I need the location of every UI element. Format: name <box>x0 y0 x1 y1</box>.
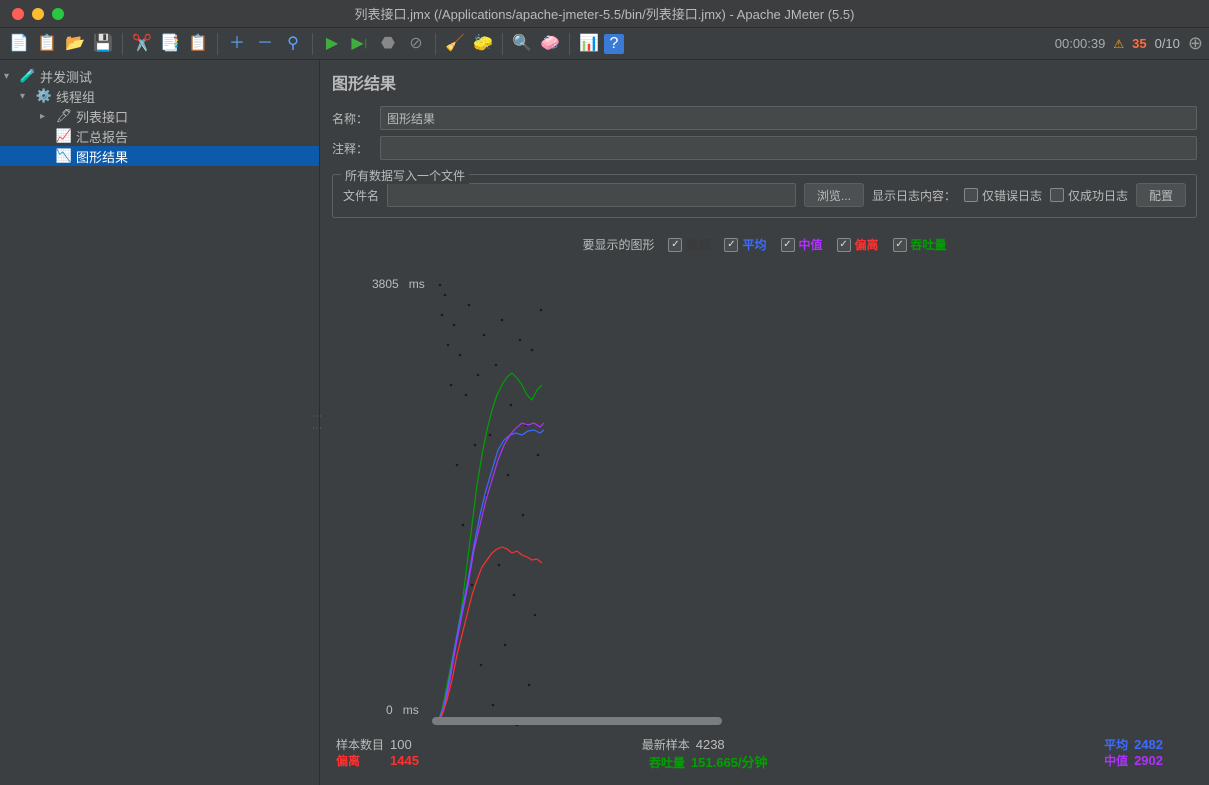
name-label: 名称： <box>332 110 372 127</box>
traffic-lights <box>0 8 64 20</box>
write-results-fieldset: 所有数据写入一个文件 文件名 浏览... 显示日志内容： 仅错误日志 仅成功日志… <box>332 174 1197 218</box>
flask-icon: 🧪 <box>20 68 36 84</box>
latest-label: 最新样本 <box>642 736 690 753</box>
report-icon: 📈 <box>56 128 72 144</box>
function-helper-icon[interactable]: 📊 <box>576 31 602 57</box>
comment-label: 注释： <box>332 140 372 157</box>
only-success-checkbox[interactable]: 仅成功日志 <box>1050 187 1128 204</box>
open-file-icon[interactable]: 📂 <box>62 31 88 57</box>
elapsed-timer: 00:00:39 <box>1055 36 1106 51</box>
tree-test-plan[interactable]: ▾ 🧪 并发测试 <box>0 66 319 86</box>
minimize-window-button[interactable] <box>32 8 44 20</box>
only-errors-checkbox[interactable]: 仅错误日志 <box>964 187 1042 204</box>
tree-summary-report[interactable]: 📈 汇总报告 <box>0 126 319 146</box>
save-file-icon[interactable]: 💾 <box>90 31 116 57</box>
sample-count-value: 100 <box>390 737 412 752</box>
shutdown-icon[interactable]: ⊘ <box>403 31 429 57</box>
tree-label: 并发测试 <box>40 67 92 86</box>
tree-label: 图形结果 <box>76 147 128 166</box>
chevron-right-icon[interactable]: ▸ <box>40 111 52 122</box>
cb-data[interactable]: 数据 <box>668 236 710 253</box>
cb-deviation[interactable]: 偏离 <box>837 236 879 253</box>
chevron-down-icon[interactable]: ▾ <box>20 91 32 102</box>
chart-svg <box>432 265 1192 735</box>
browse-button[interactable]: 浏览... <box>804 183 864 207</box>
tree-label: 列表接口 <box>76 107 128 126</box>
y-max-value: 3805 <box>372 277 399 291</box>
test-plan-tree: ▾ 🧪 并发测试 ▾ ⚙️ 线程组 ▸ 🖊 列表接口 📈 汇总报告 📉 图形结果… <box>0 60 320 785</box>
run-icon[interactable]: ▶ <box>319 31 345 57</box>
graphs-to-display-label: 要显示的图形 <box>582 236 654 253</box>
collapse-icon[interactable]: － <box>252 31 278 57</box>
configure-button[interactable]: 配置 <box>1136 183 1186 207</box>
cb-median[interactable]: 中值 <box>781 236 823 253</box>
show-log-label: 显示日志内容： <box>872 187 956 204</box>
expand-icon[interactable]: ＋ <box>224 31 250 57</box>
main-toolbar: 📄 📋 📂 💾 ✂️ 📑 📋 ＋ － ⚲ ▶ ▶│ ⬣ ⊘ 🧹 🧽 🔍 🧼 📊 … <box>0 28 1209 60</box>
window-titlebar: 列表接口.jmx (/Applications/apache-jmeter-5.… <box>0 0 1209 28</box>
reset-search-icon[interactable]: 🧼 <box>537 31 563 57</box>
cb-average[interactable]: 平均 <box>724 236 766 253</box>
y-unit-bot: ms <box>403 703 419 717</box>
tree-label: 线程组 <box>56 87 95 106</box>
y-unit: ms <box>409 277 425 291</box>
filename-label: 文件名 <box>343 187 379 204</box>
thr-label: 吞吐量 <box>649 754 685 771</box>
clear-icon[interactable]: 🧹 <box>442 31 468 57</box>
help-icon[interactable]: ? <box>604 34 624 54</box>
new-file-icon[interactable]: 📄 <box>6 31 32 57</box>
tree-graph-results[interactable]: 📉 图形结果 <box>0 146 319 166</box>
run-no-timers-icon[interactable]: ▶│ <box>347 31 373 57</box>
warning-count: 35 <box>1132 36 1146 51</box>
tree-http-request[interactable]: ▸ 🖊 列表接口 <box>0 106 319 126</box>
chart-scrollbar[interactable] <box>432 717 722 725</box>
search-icon[interactable]: 🔍 <box>509 31 535 57</box>
latest-value: 4238 <box>696 737 725 752</box>
window-title: 列表接口.jmx (/Applications/apache-jmeter-5.… <box>0 4 1209 23</box>
sample-count-label: 样本数目 <box>336 736 384 753</box>
expand-results-icon[interactable]: ⊕ <box>1188 33 1203 54</box>
med-label: 中值 <box>1104 752 1128 769</box>
avg-label: 平均 <box>1104 736 1128 753</box>
tree-label: 汇总报告 <box>76 127 128 146</box>
filename-input[interactable] <box>387 183 796 207</box>
panel-title: 图形结果 <box>332 70 1197 94</box>
med-value: 2902 <box>1134 753 1163 768</box>
close-window-button[interactable] <box>12 8 24 20</box>
y-min-value: 0 <box>386 703 393 717</box>
avg-value: 2482 <box>1134 737 1163 752</box>
paste-icon[interactable]: 📋 <box>185 31 211 57</box>
fieldset-legend: 所有数据写入一个文件 <box>341 167 469 184</box>
copy-icon[interactable]: 📑 <box>157 31 183 57</box>
stop-icon[interactable]: ⬣ <box>375 31 401 57</box>
chart-icon: 📉 <box>56 148 72 164</box>
thr-value: 151.665/分钟 <box>691 752 768 771</box>
graph-results-panel: 图形结果 名称： 注释： 所有数据写入一个文件 文件名 浏览... 显示日志内容… <box>320 60 1209 785</box>
cut-icon[interactable]: ✂️ <box>129 31 155 57</box>
clear-all-icon[interactable]: 🧽 <box>470 31 496 57</box>
chart-area: 3805 ms 0 ms <box>332 265 1197 775</box>
pipette-icon: 🖊 <box>56 108 72 124</box>
thread-count: 0/10 <box>1155 36 1180 51</box>
name-input[interactable] <box>380 106 1197 130</box>
warning-icon[interactable]: ⚠ <box>1113 37 1124 51</box>
tree-thread-group[interactable]: ▾ ⚙️ 线程组 <box>0 86 319 106</box>
split-drag-handle[interactable]: ⋮⋮ <box>311 411 322 435</box>
maximize-window-button[interactable] <box>52 8 64 20</box>
templates-icon[interactable]: 📋 <box>34 31 60 57</box>
gear-icon: ⚙️ <box>36 88 52 104</box>
toggle-icon[interactable]: ⚲ <box>280 31 306 57</box>
dev-value: 1445 <box>390 753 419 768</box>
chevron-down-icon[interactable]: ▾ <box>4 71 16 82</box>
cb-throughput[interactable]: 吞吐量 <box>893 236 947 253</box>
comment-input[interactable] <box>380 136 1197 160</box>
dev-label: 偏离 <box>336 752 360 769</box>
graph-display-options: 要显示的图形 数据 平均 中值 偏离 吞吐量 <box>332 236 1197 253</box>
